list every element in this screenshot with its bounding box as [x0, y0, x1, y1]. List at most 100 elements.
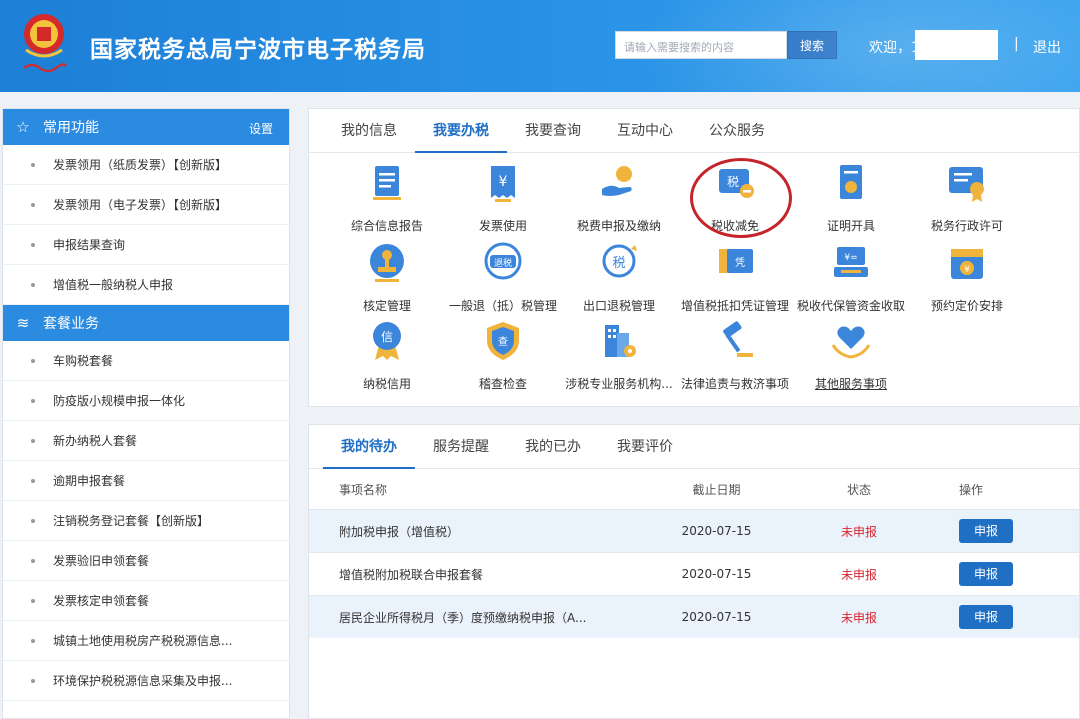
svg-text:税: 税 [612, 256, 625, 271]
sidebar-item-label: 城镇土地使用税房产税税源信息... [53, 634, 233, 648]
service-item-label: 法律追责与救济事项 [680, 377, 789, 391]
tab-interaction[interactable]: 互动中心 [599, 109, 691, 152]
service-item-label: 税收代保管资金收取 [796, 299, 905, 313]
service-item-label: 发票使用 [478, 219, 527, 233]
search-input[interactable]: 请输入需要搜索的内容 [615, 31, 787, 59]
credit-medal-icon: 信 [373, 322, 401, 360]
service-item[interactable]: 法律追责与救济事项 [677, 319, 793, 392]
bullet-icon [31, 242, 35, 247]
svg-text:信: 信 [381, 330, 393, 344]
table-header: 事项名称 截止日期 状态 操作 [309, 469, 1079, 509]
status-text: 未申报 [840, 524, 877, 539]
report-button[interactable]: 申报 [959, 605, 1013, 629]
service-item-label: 其他服务事项 [814, 377, 887, 391]
service-item[interactable]: 证明开具 [793, 161, 909, 234]
sidebar-item[interactable]: 防疫版小规模申报一体化 [3, 381, 289, 421]
item-name: 居民企业所得税月（季）度预缴纳税申报（A... [339, 610, 587, 625]
search-button[interactable]: 搜索 [787, 31, 837, 59]
tab-public-service[interactable]: 公众服务 [691, 109, 783, 152]
service-item[interactable]: ¥ 预约定价安排 [909, 241, 1025, 314]
sidebar-item[interactable]: 城镇土地使用税房产税税源信息... [3, 621, 289, 661]
service-item-label: 证明开具 [826, 219, 875, 233]
svg-text:退税: 退税 [494, 257, 512, 269]
service-item[interactable]: 税 出口退税管理 [561, 241, 677, 314]
settings-link[interactable]: 设置 [249, 120, 273, 137]
logout-link[interactable]: 退出 [1033, 37, 1061, 57]
bullet-icon [31, 558, 35, 563]
certificate-icon [840, 165, 862, 199]
service-item[interactable]: 税务行政许可 [909, 161, 1025, 234]
sidebar-section-packages[interactable]: ≋ 套餐业务 [3, 305, 289, 341]
bullet-icon [31, 202, 35, 207]
service-item[interactable]: 查 稽查检查 [445, 319, 561, 392]
item-name: 附加税申报（增值税） [339, 524, 460, 539]
sidebar-item[interactable]: 环境保护税税源信息采集及申报... [3, 661, 289, 701]
bullet-icon [31, 358, 35, 363]
service-item[interactable]: 凭 增值税抵扣凭证管理 [677, 241, 793, 314]
sidebar-item-label: 发票验旧申领套餐 [53, 554, 150, 568]
sidebar-item[interactable]: 逾期申报套餐 [3, 461, 289, 501]
service-item[interactable]: 退税 一般退（抵）税管理 [445, 241, 561, 314]
service-item[interactable]: 税费申报及缴纳 [561, 161, 677, 234]
bullet-icon [31, 438, 35, 443]
tab-my-done[interactable]: 我的已办 [507, 425, 599, 468]
calendar-yen-icon: ¥ [951, 249, 983, 279]
sidebar-item[interactable]: 申报结果查询 [3, 225, 289, 265]
service-item[interactable]: 综合信息报告 [329, 161, 445, 234]
refund-icon: 退税 [484, 242, 522, 280]
tab-my-info[interactable]: 我的信息 [323, 109, 415, 152]
sidebar-item-label: 发票核定申领套餐 [53, 594, 150, 608]
due-date: 2020-07-15 [681, 567, 752, 581]
sidebar-item-label: 防疫版小规模申报一体化 [53, 394, 186, 408]
service-item-label: 税费申报及缴纳 [576, 219, 661, 233]
tab-query[interactable]: 我要查询 [507, 109, 599, 152]
sidebar-item[interactable]: 车购税套餐 [3, 341, 289, 381]
service-item[interactable]: 涉税专业服务机构... [561, 319, 677, 392]
hand-coin-icon [602, 166, 632, 196]
username-suffix: 7 [990, 37, 999, 53]
service-item[interactable]: ¥= 税收代保管资金收取 [793, 241, 909, 314]
tab-my-todo[interactable]: 我的待办 [323, 425, 415, 469]
gavel-icon [723, 321, 753, 357]
service-item-label: 一般退（抵）税管理 [448, 299, 557, 313]
voucher-icon: 凭 [719, 249, 753, 273]
sidebar-item[interactable]: 发票领用（电子发票）【创新版】 [3, 185, 289, 225]
tab-evaluate[interactable]: 我要评价 [599, 425, 691, 468]
stamp-icon [370, 244, 404, 282]
service-item-label: 稽查检查 [478, 377, 527, 391]
export-refund-icon: 税 [602, 244, 637, 278]
bullet-icon [31, 678, 35, 683]
tab-tax-handling[interactable]: 我要办税 [415, 109, 507, 153]
sidebar-item[interactable]: 发票核定申领套餐 [3, 581, 289, 621]
highlight-circle [690, 158, 792, 238]
service-item-label: 涉税专业服务机构... [565, 377, 673, 391]
service-item[interactable]: 信 纳税信用 [329, 319, 445, 392]
layers-icon: ≋ [16, 314, 30, 332]
service-item-label: 纳税信用 [362, 377, 411, 391]
service-item[interactable]: ¥ 发票使用 [445, 161, 561, 234]
service-item[interactable]: 其他服务事项 [793, 319, 909, 392]
status-text: 未申报 [840, 567, 877, 582]
sidebar-item[interactable]: 注销税务登记套餐【创新版】 [3, 501, 289, 541]
welcome-text: 欢迎，1 [869, 40, 920, 56]
due-date: 2020-07-15 [681, 524, 752, 538]
sidebar-item[interactable]: 发票验旧申领套餐 [3, 541, 289, 581]
service-item-label: 核定管理 [362, 299, 411, 313]
service-item-label: 税务行政许可 [930, 219, 1003, 233]
table-row: 附加税申报（增值税） 2020-07-15 未申报 申报 [309, 509, 1079, 552]
bullet-icon [31, 398, 35, 403]
report-button[interactable]: 申报 [959, 562, 1013, 586]
document-icon [373, 166, 401, 200]
header-bar: 国家税务总局宁波市电子税务局 请输入需要搜索的内容 搜索 欢迎，1 7 | 退出 [0, 0, 1080, 92]
sidebar-item[interactable]: 新办纳税人套餐 [3, 421, 289, 461]
service-item[interactable]: 核定管理 [329, 241, 445, 314]
sidebar-item[interactable]: 发票领用（纸质发票）【创新版】 [3, 145, 289, 185]
table-row: 居民企业所得税月（季）度预缴纳税申报（A... 2020-07-15 未申报 申… [309, 595, 1079, 638]
heart-hands-icon [831, 326, 871, 359]
report-button[interactable]: 申报 [959, 519, 1013, 543]
svg-text:¥=: ¥= [844, 253, 857, 263]
sidebar-section-common[interactable]: ☆ 常用功能 设置 [3, 109, 289, 145]
tab-service-reminder[interactable]: 服务提醒 [415, 425, 507, 468]
tax-emblem-logo [23, 14, 67, 73]
sidebar-item[interactable]: 增值税一般纳税人申报 [3, 265, 289, 305]
